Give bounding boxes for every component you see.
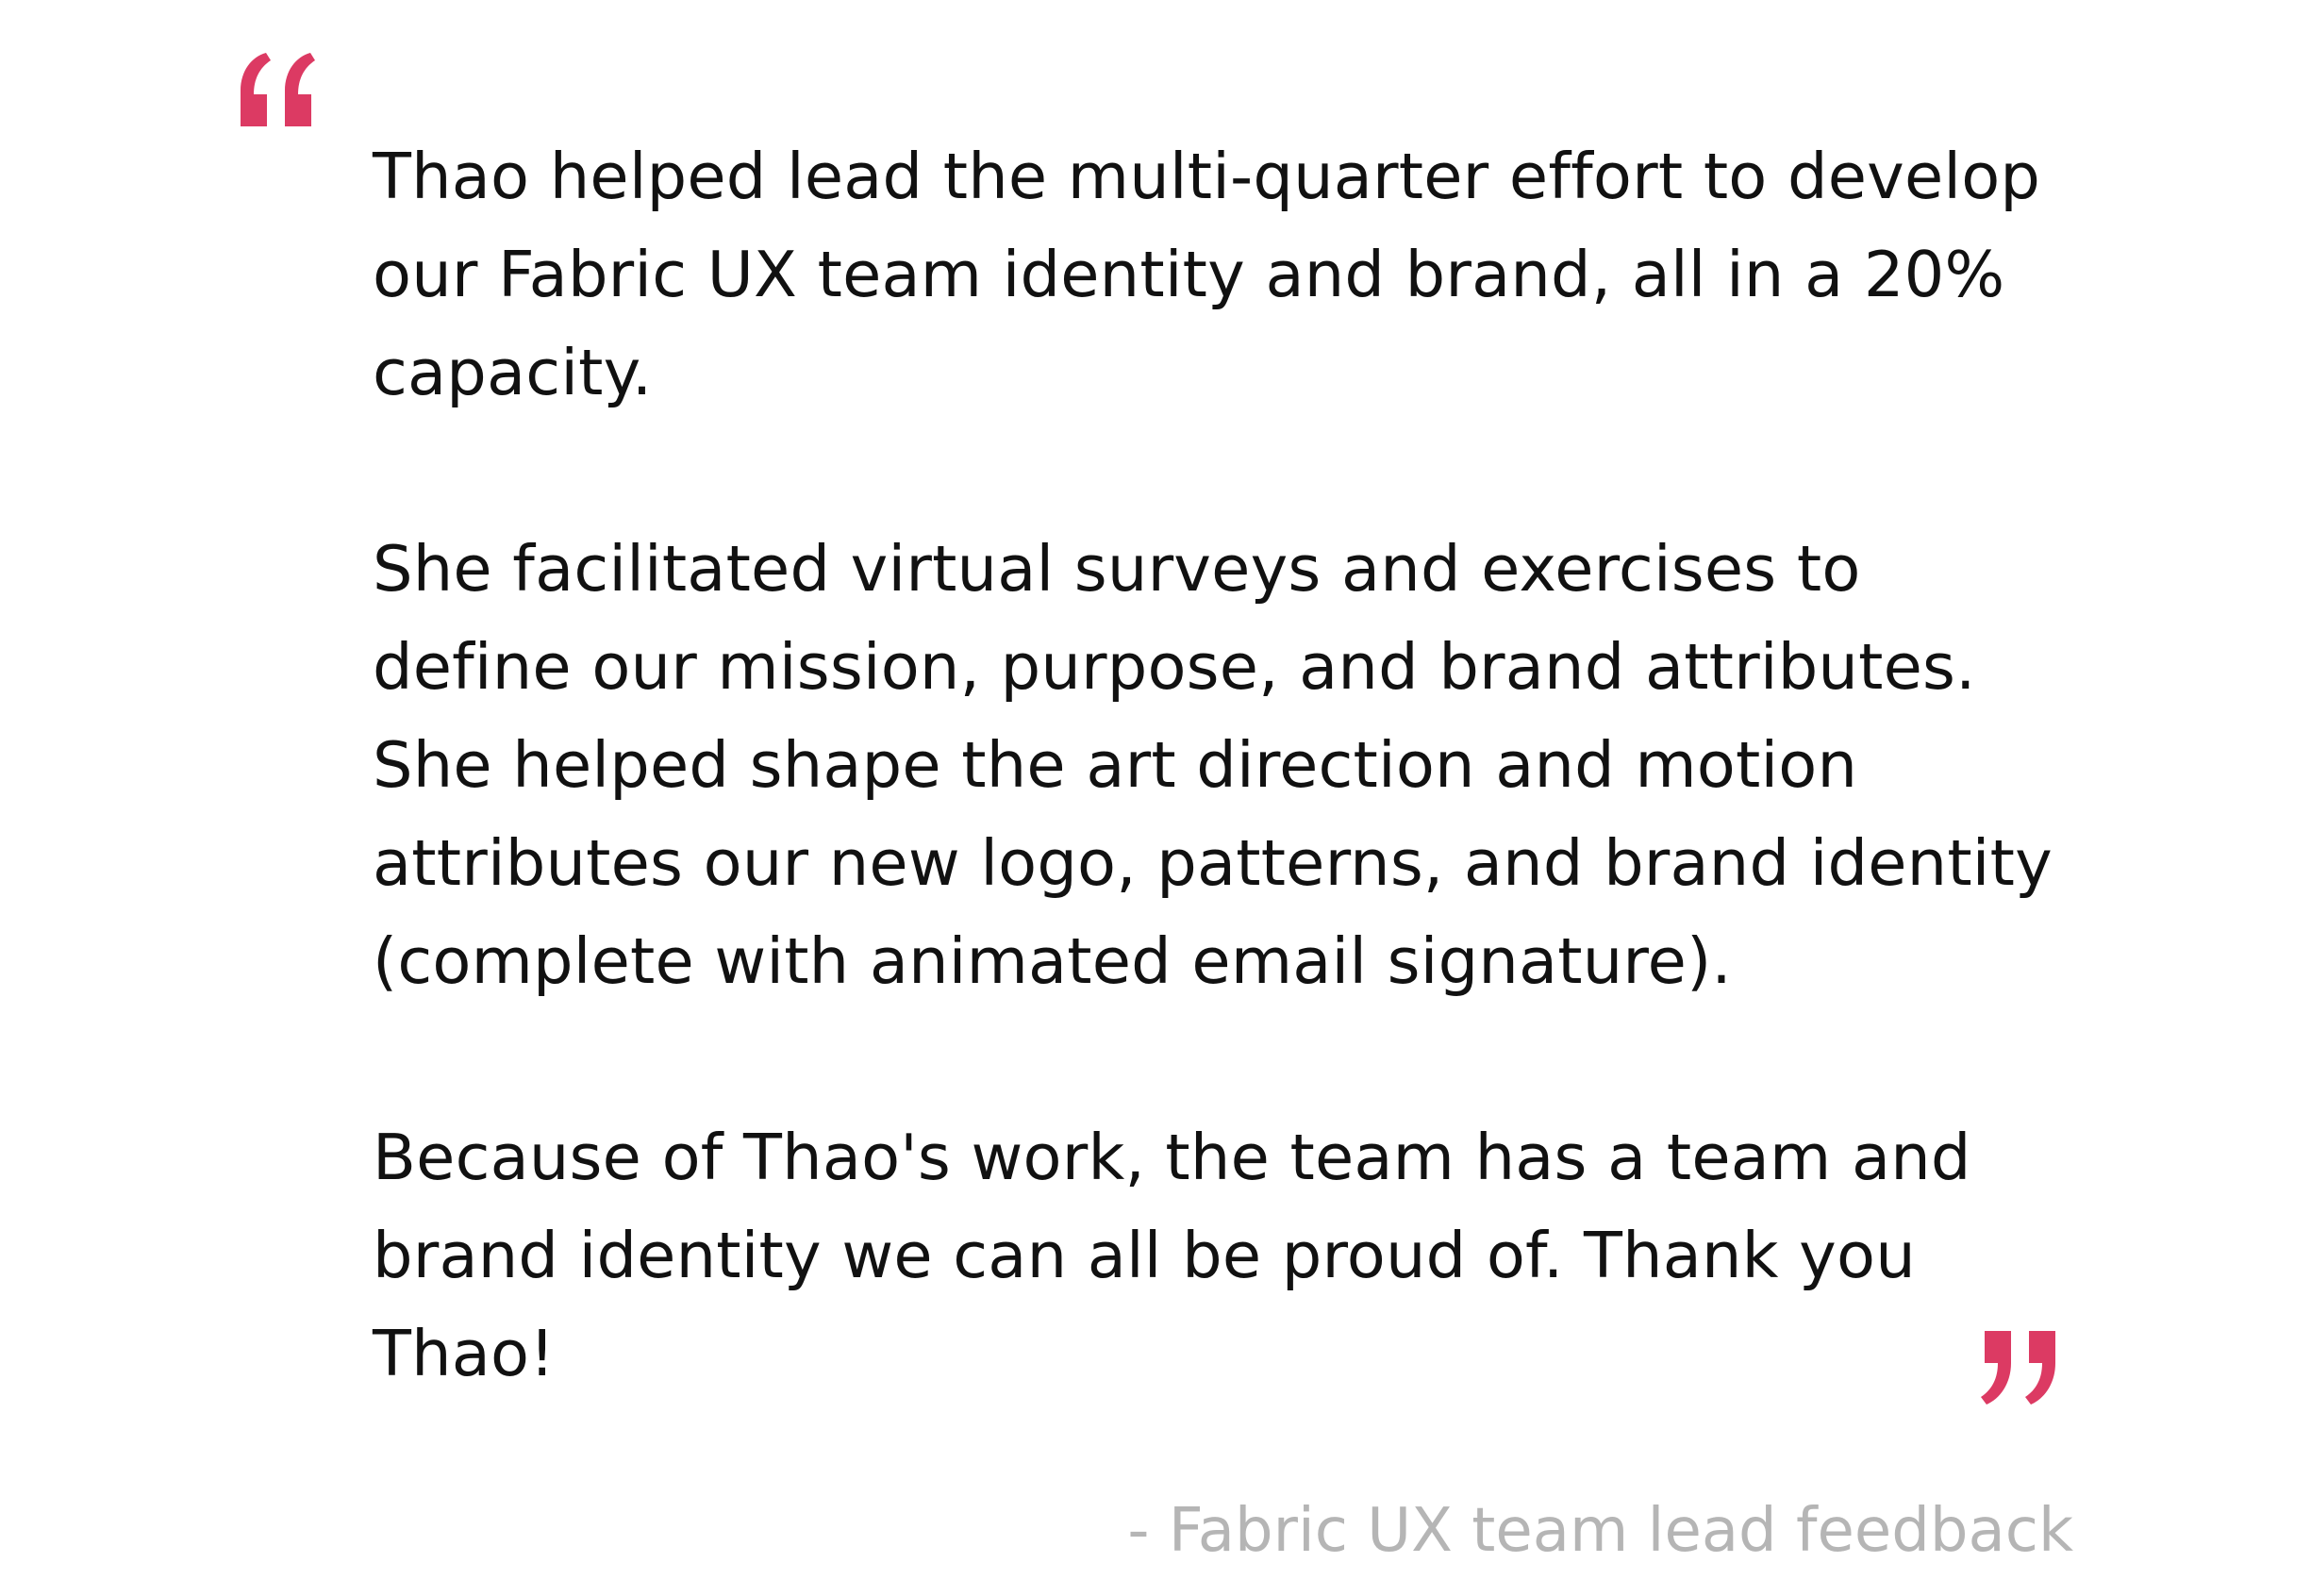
testimonial-card: Thao helped lead the multi-quarter effor…: [0, 0, 2311, 1596]
testimonial-paragraph-3: Because of Thao's work, the team has a t…: [373, 1121, 1971, 1390]
close-quote-icon: [1979, 1325, 2064, 1410]
testimonial-paragraph-1: Thao helped lead the multi-quarter effor…: [373, 140, 2041, 409]
open-quote-icon: [233, 47, 318, 132]
testimonial-attribution: - Fabric UX team lead feedback: [1127, 1496, 2073, 1566]
testimonial-paragraph-2: She facilitated virtual surveys and exer…: [373, 532, 2053, 998]
testimonial-text: Thao helped lead the multi-quarter effor…: [373, 127, 2061, 1403]
